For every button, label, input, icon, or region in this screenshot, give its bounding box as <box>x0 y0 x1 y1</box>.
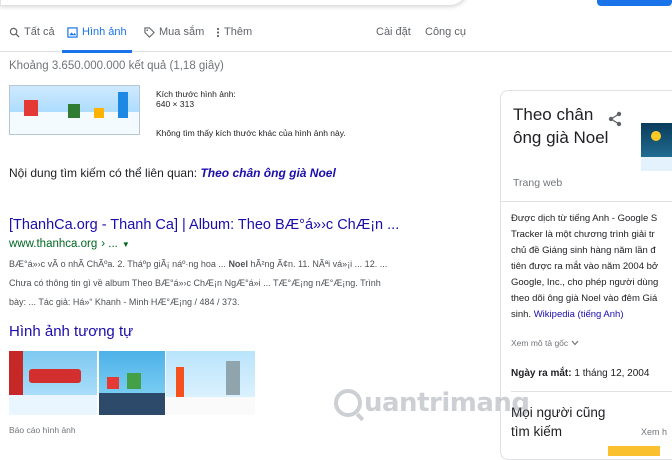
snippet-bold-term: Noel <box>228 259 248 269</box>
tools-link[interactable]: Công cụ <box>425 26 466 38</box>
sign-in-button-edge[interactable] <box>597 0 672 6</box>
thumbnail-tree <box>68 104 80 118</box>
similar-image-2[interactable] <box>99 351 165 415</box>
tab-more[interactable]: Thêm <box>216 26 252 38</box>
similar-image-1[interactable] <box>9 351 97 415</box>
similar-image-3-snow <box>166 397 255 415</box>
tag-icon <box>144 26 155 38</box>
people-also-search-thumbnail[interactable] <box>608 446 660 456</box>
kp-desc-last: sinh. <box>511 309 532 320</box>
result-stats: Khoảng 3.650.000.000 kết quả (1,18 giây) <box>9 60 224 72</box>
kp-desc-last-line: sinh. Wikipedia (tiếng Anh) <box>511 307 672 323</box>
kp-image[interactable] <box>641 123 672 171</box>
kp-desc-line: chủ đề Giáng sinh hàng năm lần đ <box>511 245 656 256</box>
image-icon <box>67 26 78 38</box>
tab-more-label: Thêm <box>224 26 253 38</box>
result-url: www.thanhca.org › ... ▼ <box>9 238 130 250</box>
kp-desc-line: tiên được ra mắt vào năm 2004 bở <box>511 261 659 272</box>
related-prefix: Nội dung tìm kiếm có thể liên quan: <box>9 166 198 180</box>
snippet-line-1: BÆ°á»›c vÃ o nhÃ ChÃºa. 2. Tháº­p giÃ¡ n… <box>9 255 469 274</box>
related-query-link[interactable]: Theo chân ông già Noel <box>200 166 335 180</box>
related-search: Nội dung tìm kiếm có thể liên quan: Theo… <box>9 166 336 180</box>
settings-link[interactable]: Cài đặt <box>376 26 411 38</box>
image-info: Kích thước hình ảnh: 640 × 313 Không tìm… <box>156 89 346 138</box>
dropdown-arrow-icon[interactable]: ▼ <box>122 240 130 249</box>
kp-desc-line: theo dõi ông già Noel vào đêm Giá <box>511 293 658 304</box>
top-bar: Tất cả Hình ảnh Mua sắm Thêm Cài đặt Côn… <box>0 0 672 53</box>
watermark-text: uantrimang <box>364 388 530 418</box>
similar-image-1-snow <box>9 395 97 415</box>
kp-desc-line: Google, Inc., cho phép người dùng <box>511 277 659 288</box>
kp-date-label: Ngày ra mắt: <box>511 368 572 379</box>
image-size-label: Kích thước hình ảnh: <box>156 89 236 99</box>
search-icon <box>9 27 20 38</box>
tab-shopping[interactable]: Mua sắm <box>144 26 204 38</box>
tab-images-label: Hình ảnh <box>82 26 127 38</box>
kp-desc-line: Được dịch từ tiếng Anh - Google S <box>511 213 658 224</box>
see-original-label: Xem mô tả gốc <box>511 338 569 348</box>
chevron-down-icon <box>571 340 579 346</box>
kp-image-snow <box>641 157 672 171</box>
settings-label: Cài đặt <box>376 26 411 38</box>
watermark-q-icon <box>334 389 362 417</box>
similar-image-1-logo <box>29 369 81 383</box>
similar-image-2-block-2 <box>127 373 141 389</box>
thumbnail-house <box>24 100 38 116</box>
query-image-thumbnail[interactable] <box>9 85 140 135</box>
result-url-text: www.thanhca.org <box>9 238 98 250</box>
active-tab-indicator <box>62 50 132 53</box>
similar-image-3[interactable] <box>166 351 255 415</box>
no-other-sizes: Không tìm thấy kích thước khác của hình … <box>156 128 346 138</box>
search-box[interactable] <box>0 0 468 6</box>
thumbnail-tower <box>118 92 128 118</box>
result-url-path: › ... <box>101 238 118 250</box>
divider <box>511 391 672 392</box>
report-images-link[interactable]: Báo cáo hình ảnh <box>9 425 76 435</box>
similar-image-2-block-1 <box>107 377 119 389</box>
kp-subtitle: Trang web <box>513 177 563 189</box>
similar-image-2-ground <box>99 393 165 415</box>
similar-image-3-tower <box>226 361 240 395</box>
share-icon[interactable] <box>607 111 623 127</box>
tab-all-label: Tất cả <box>24 26 55 38</box>
snippet-line-3: bày: ... Tác giả: Há»“ Khanh - Minh HÆ°Æ… <box>9 297 240 307</box>
see-more-link[interactable]: Xem h <box>641 427 667 437</box>
snippet-line-1-post: hÃ²ng Ã¢n. 11. NÃªi vá»¡i ... 12. ... <box>250 259 388 269</box>
tab-images[interactable]: Hình ảnh <box>67 26 127 38</box>
search-tabs: Tất cả Hình ảnh Mua sắm Thêm Cài đặt Côn… <box>0 18 672 53</box>
kp-launch-date: Ngày ra mắt: 1 tháng 12, 2004 <box>511 368 649 379</box>
snippet-line-2: Chưa có thông tin gì về album Theo BÆ°á»… <box>9 278 381 288</box>
divider <box>501 201 672 202</box>
tab-all[interactable]: Tất cả <box>9 26 55 38</box>
wikipedia-link[interactable]: Wikipedia (tiếng Anh) <box>534 309 624 320</box>
more-vert-icon <box>216 27 220 37</box>
kp-date-value: 1 tháng 12, 2004 <box>574 368 650 379</box>
kp-title: Theo chân ông già Noel <box>513 105 609 147</box>
similar-images-title[interactable]: Hình ảnh tương tự <box>9 323 133 340</box>
kp-desc-line: Tracker là một chương trình giải tr <box>511 229 655 240</box>
snippet-line-1-pre: BÆ°á»›c vÃ o nhÃ ChÃºa. 2. Tháº­p giÃ¡ n… <box>9 259 226 269</box>
tab-shopping-label: Mua sắm <box>159 26 205 38</box>
thumbnail-gift <box>94 108 104 118</box>
tools-label: Công cụ <box>425 26 466 38</box>
see-original-description-link[interactable]: Xem mô tả gốc <box>511 338 579 348</box>
similar-image-3-pole <box>176 367 184 397</box>
result-snippet: BÆ°á»›c vÃ o nhÃ ChÃºa. 2. Tháº­p giÃ¡ n… <box>9 255 469 312</box>
result-title-link[interactable]: [ThanhCa.org - Thanh Ca] | Album: Theo B… <box>9 217 399 233</box>
watermark: uantrimang <box>334 388 530 418</box>
image-size-value: 640 × 313 <box>156 99 195 109</box>
kp-image-sun <box>651 131 661 141</box>
kp-description: Được dịch từ tiếng Anh - Google S Tracke… <box>511 211 672 323</box>
